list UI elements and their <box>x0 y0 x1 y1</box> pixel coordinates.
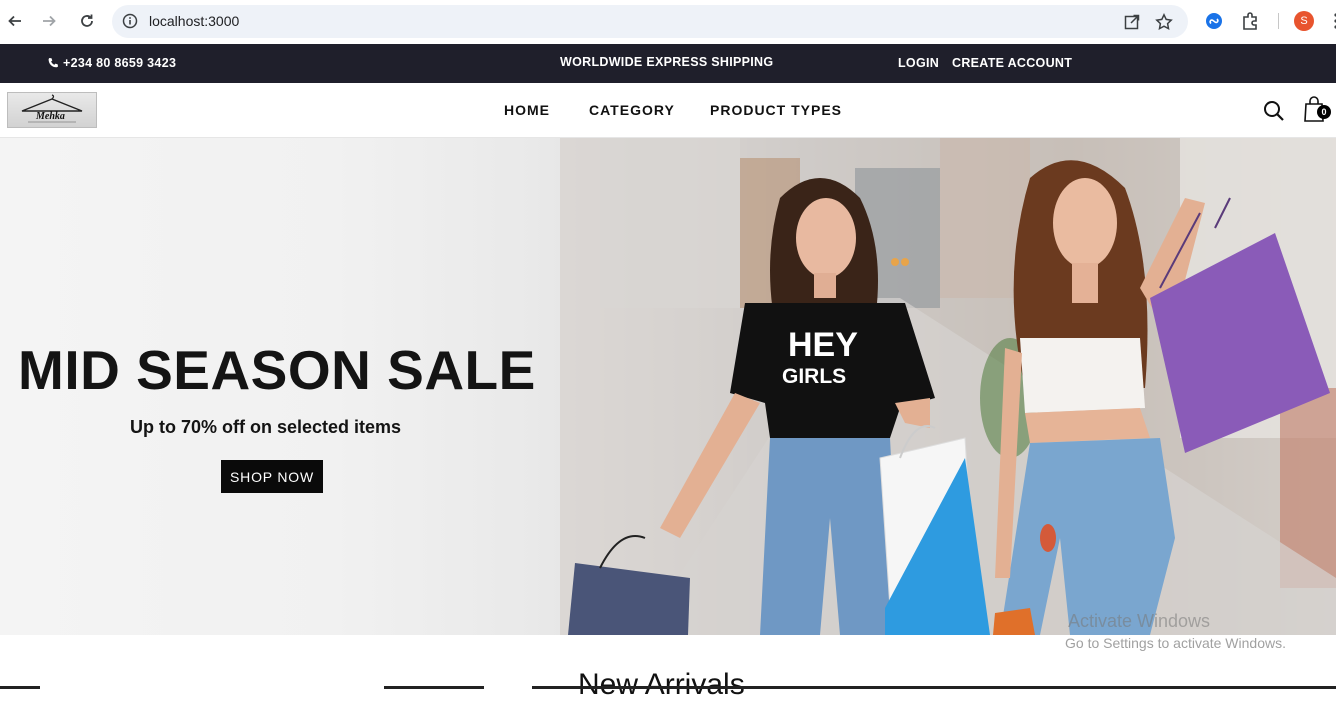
phone-number: +234 80 8659 3423 <box>63 56 177 70</box>
nav-product-types[interactable]: PRODUCT TYPES <box>710 102 842 118</box>
search-icon[interactable] <box>1262 99 1286 123</box>
hero-subtitle: Up to 70% off on selected items <box>130 417 402 437</box>
nav-category[interactable]: CATEGORY <box>589 102 675 118</box>
shop-now-button[interactable]: SHOP NOW <box>221 460 323 493</box>
new-arrivals-heading: New Arrivals <box>578 668 745 701</box>
hero-title: MID SEASON SALE <box>18 339 536 401</box>
phone-contact[interactable]: +234 80 8659 3423 <box>47 56 176 70</box>
toolbar-separator <box>1278 13 1279 29</box>
svg-text:Mehka: Mehka <box>35 111 65 122</box>
create-account-link[interactable]: CREATE ACCOUNT <box>952 56 1072 70</box>
shirt-text-girls: GIRLS <box>782 365 846 388</box>
back-arrow-icon[interactable] <box>4 10 26 32</box>
extension-shazam-icon[interactable] <box>1204 11 1224 31</box>
browser-menu-icon[interactable] <box>1326 11 1336 31</box>
browser-toolbar: localhost:3000 S <box>0 0 1336 44</box>
top-info-bar: +234 80 8659 3423 WORLDWIDE EXPRESS SHIP… <box>0 44 1336 83</box>
nav-home[interactable]: HOME <box>504 102 550 118</box>
address-bar[interactable]: localhost:3000 <box>112 5 1188 38</box>
extensions-puzzle-icon[interactable] <box>1240 11 1260 31</box>
activate-windows-hint: Go to Settings to activate Windows. <box>1065 635 1286 651</box>
reload-icon[interactable] <box>76 10 98 32</box>
profile-avatar[interactable]: S <box>1294 11 1314 31</box>
login-link[interactable]: LOGIN <box>898 56 939 70</box>
store-logo[interactable]: Mehka <box>7 92 97 128</box>
phone-icon <box>48 58 58 68</box>
cart-count-badge: 0 <box>1317 105 1331 119</box>
open-in-app-icon[interactable] <box>1123 13 1141 31</box>
hero-banner: HEY GIRLS MID SEASON SALE Up to 70% off … <box>0 138 1336 635</box>
bookmark-star-icon[interactable] <box>1155 13 1173 31</box>
shipping-banner: WORLDWIDE EXPRESS SHIPPING <box>560 55 774 69</box>
shirt-text-hey: HEY <box>788 326 858 364</box>
url-text[interactable]: localhost:3000 <box>149 13 239 29</box>
main-navbar: Mehka HOME CATEGORY PRODUCT TYPES 0 <box>0 83 1336 138</box>
activate-windows-watermark: Activate Windows <box>1068 611 1211 631</box>
site-info-icon[interactable] <box>122 13 138 29</box>
forward-arrow-icon[interactable] <box>38 10 60 32</box>
